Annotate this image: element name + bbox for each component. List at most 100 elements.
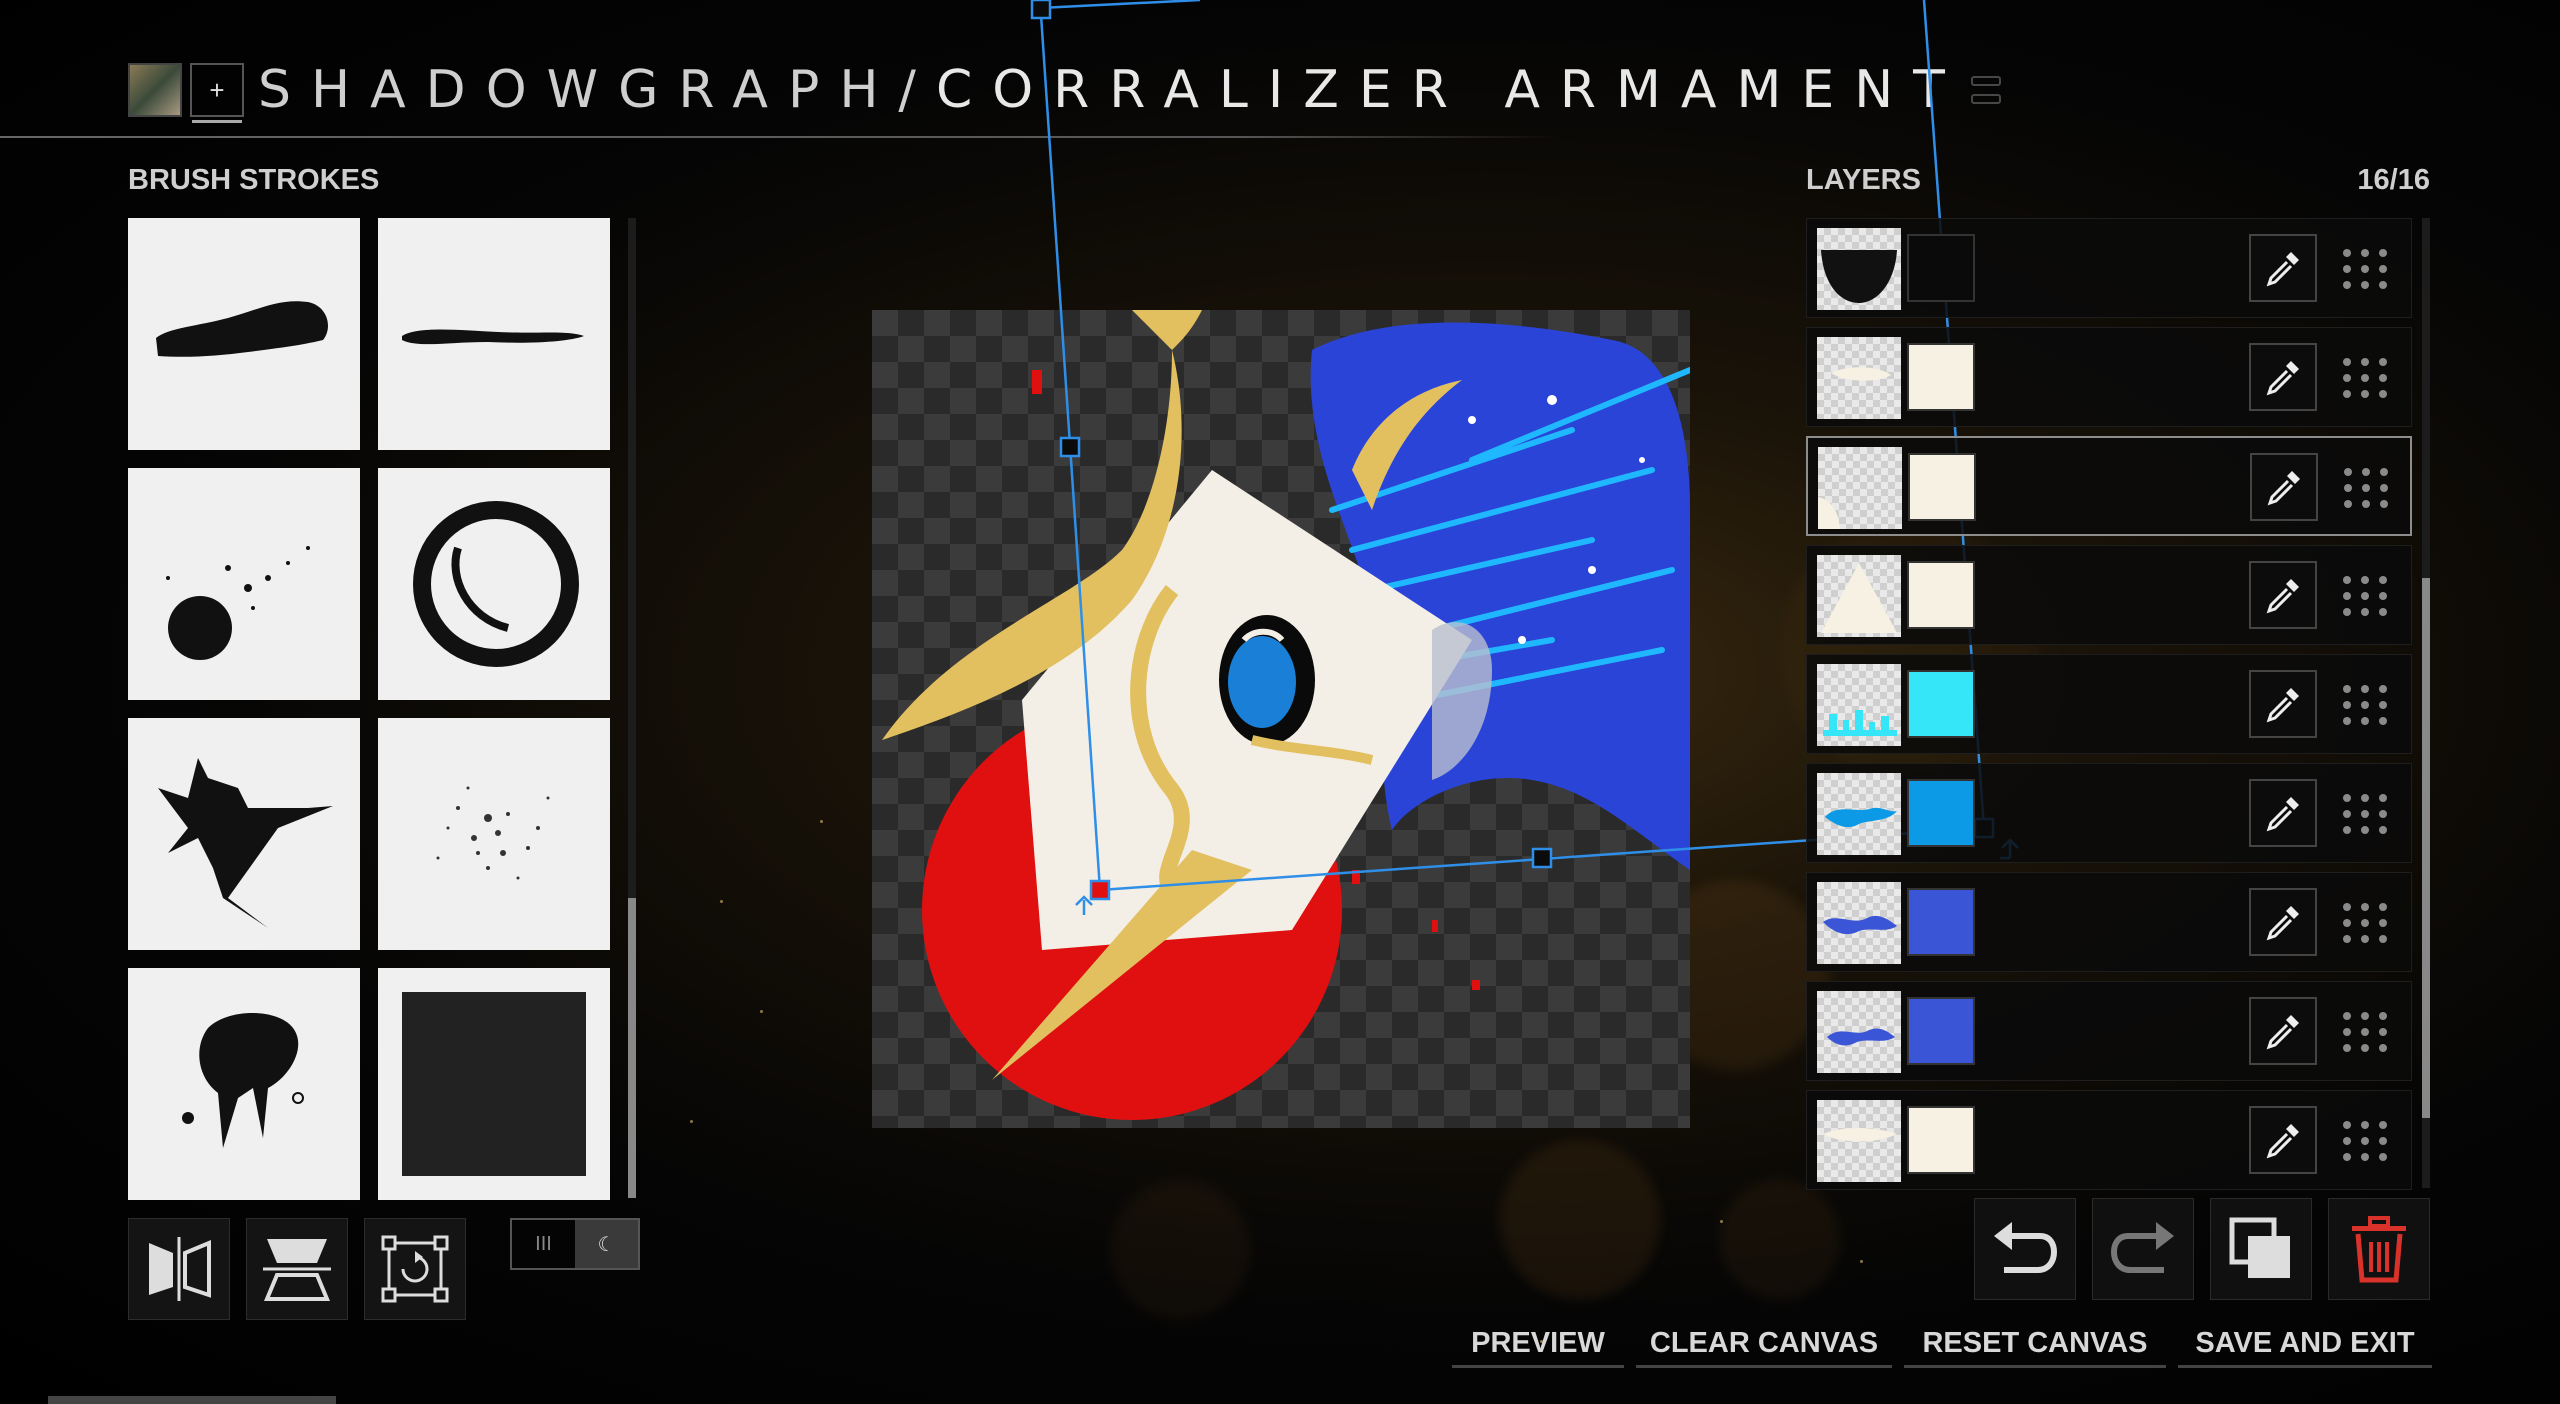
eyedropper-icon [2266,361,2299,396]
eyedropper-button[interactable] [2249,1106,2317,1174]
layer-row[interactable] [1806,327,2412,427]
eyedropper-icon [2266,1124,2299,1159]
eyedropper-icon [2266,1015,2299,1050]
drag-handle-icon[interactable] [2343,794,2387,834]
undo-button[interactable] [1974,1198,2076,1300]
duplicate-button[interactable] [2210,1198,2312,1300]
title-main: CORRALIZER ARMAMENT [935,60,1965,120]
brush-square[interactable] [378,968,610,1200]
layer-thumbnail [1817,664,1901,746]
brush-scrollbar[interactable] [628,218,636,1198]
save-and-exit-button[interactable]: SAVE AND EXIT [2178,1320,2432,1368]
layer-row-selected[interactable] [1806,436,2412,536]
toggle-option-lines[interactable]: III [512,1220,575,1268]
layer-row[interactable] [1806,545,2412,645]
drag-handle-icon[interactable] [2343,1012,2387,1052]
reset-canvas-button[interactable]: RESET CANVAS [1904,1320,2166,1368]
eyedropper-button[interactable] [2249,997,2317,1065]
redo-icon [2110,1222,2174,1273]
bottom-scroll-indicator [48,1396,336,1404]
brush-smear[interactable] [128,218,360,450]
canvas-artwork [882,310,1690,1120]
layers-list [1806,218,2412,1199]
brush-ink-splash[interactable] [128,718,360,950]
header-divider [0,136,1560,138]
eyedropper-button[interactable] [2249,561,2317,629]
layer-thumbnail [1817,1100,1901,1182]
title-prefix: SHADOWGRAPH/ [258,60,936,120]
layer-thumbnail [1817,882,1901,964]
layer-color-swatch[interactable] [1907,670,1975,738]
toggle-option-moon[interactable]: ☾ [575,1220,638,1268]
layer-thumbnail [1818,447,1902,529]
drawing-canvas[interactable] [872,310,1690,1128]
layer-thumbnail [1817,773,1901,855]
layer-color-swatch[interactable] [1907,343,1975,411]
eyedropper-button[interactable] [2249,779,2317,847]
mirror-vertical-icon [263,1239,331,1301]
brush-line[interactable] [378,218,610,450]
layer-color-swatch[interactable] [1907,561,1975,629]
layer-color-swatch[interactable] [1907,997,1975,1065]
brush-ring[interactable] [378,468,610,700]
drag-handle-icon[interactable] [2344,468,2388,508]
eyedropper-icon [2266,688,2299,723]
undo-icon [1994,1222,2058,1273]
layer-thumbnail [1817,555,1901,637]
brush-speckle[interactable] [378,718,610,950]
eyedropper-button[interactable] [2249,234,2317,302]
eyedropper-button[interactable] [2249,888,2317,956]
layer-color-swatch[interactable] [1907,888,1975,956]
brush-grid [128,218,612,1200]
drag-handle-icon[interactable] [2343,685,2387,725]
drag-handle-icon[interactable] [2343,576,2387,616]
layer-thumbnail [1817,228,1901,310]
layer-color-swatch[interactable] [1907,779,1975,847]
delete-button[interactable] [2328,1198,2430,1300]
redo-button[interactable] [2092,1198,2194,1300]
transform-button[interactable] [364,1218,466,1320]
eyedropper-button[interactable] [2249,343,2317,411]
add-icon: + [209,74,225,105]
eyedropper-button[interactable] [2250,453,2318,521]
layers-scrollbar[interactable] [2422,218,2430,1188]
eyedropper-icon [2266,797,2299,832]
layer-color-swatch[interactable] [1908,453,1976,521]
brush-mode-toggle[interactable]: III ☾ [510,1218,640,1270]
clear-canvas-button[interactable]: CLEAR CANVAS [1636,1320,1892,1368]
transform-icon [381,1235,449,1303]
layer-row[interactable] [1806,763,2412,863]
layer-color-swatch[interactable] [1907,234,1975,302]
layers-scroll-thumb[interactable] [2422,578,2430,1118]
brush-scroll-thumb[interactable] [628,898,636,1198]
item-thumbnail[interactable] [128,63,182,117]
layer-row[interactable] [1806,218,2412,318]
brush-splatter-dot[interactable] [128,468,360,700]
eyedropper-button[interactable] [2249,670,2317,738]
duplicate-icon [2229,1217,2290,1278]
layer-row[interactable] [1806,654,2412,754]
eyedropper-icon [2266,252,2299,287]
layer-thumbnail [1817,337,1901,419]
mirror-horizontal-icon [149,1237,211,1301]
eyedropper-icon [2267,471,2300,506]
header: + SHADOWGRAPH/CORRALIZER ARMAMENT [128,58,2035,123]
layer-row[interactable] [1806,872,2412,972]
eyedropper-icon [2266,579,2299,614]
drag-handle-icon[interactable] [2343,358,2387,398]
drag-handle-icon[interactable] [2343,249,2387,289]
mirror-horizontal-button[interactable] [128,1218,230,1320]
mirror-vertical-button[interactable] [246,1218,348,1320]
drag-handle-icon[interactable] [2343,1121,2387,1161]
layer-color-swatch[interactable] [1907,1106,1975,1174]
drag-handle-icon[interactable] [2343,903,2387,943]
preview-button[interactable]: PREVIEW [1452,1320,1624,1368]
layers-count: 16/16 [2357,164,2430,196]
layer-thumbnail [1817,991,1901,1073]
brush-drip[interactable] [128,968,360,1200]
layer-row[interactable] [1806,1090,2412,1190]
delete-icon [2352,1216,2406,1283]
add-button[interactable]: + [190,63,244,123]
header-decoration-icon [1970,64,2035,116]
layer-row[interactable] [1806,981,2412,1081]
